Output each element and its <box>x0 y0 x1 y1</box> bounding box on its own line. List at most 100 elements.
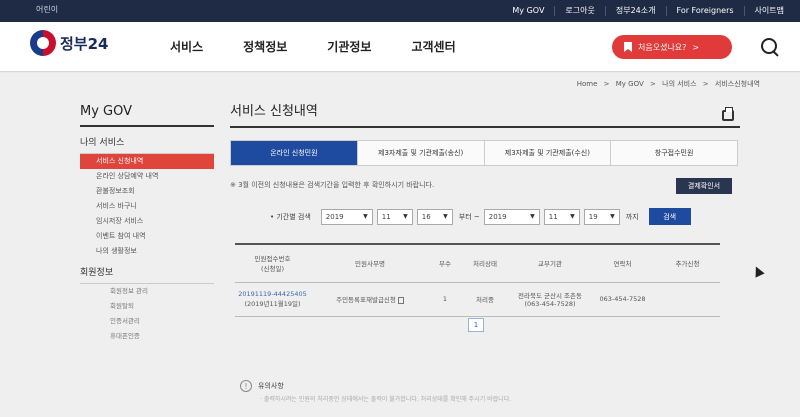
col-agency: 교부기관 <box>538 260 562 269</box>
from-month-select[interactable]: 11 ▼ <box>376 208 413 225</box>
search-button[interactable]: 검색 <box>648 208 691 225</box>
site-header: 정부24 서비스 정책정보 기관정보 고객센터 처음오셨나요? > <box>0 22 800 72</box>
main-content: 서비스 신청내역 온라인 신청민원 제3자제출 및 기관제출(송신) 제3자제출… <box>230 100 740 317</box>
sidebar-sub-withdraw[interactable]: 회원탈퇴 <box>80 299 214 314</box>
sidebar-sub-member-manage[interactable]: 회원정보 관리 <box>80 284 214 299</box>
left-sidebar: My GOV 나의 서비스 서비스 신청내역 온라인 상담예약 내역 환불정보조… <box>80 104 214 344</box>
sidebar-item-events[interactable]: 이벤트 참여 내역 <box>80 229 214 244</box>
agency-phone: (063-454-7528) <box>524 300 576 308</box>
nav-agency[interactable]: 기관정보 <box>327 38 371 55</box>
sidebar-item-temp-saved[interactable]: 임시저장 서비스 <box>80 214 214 229</box>
period-filter: • 기간별 검색 2019 ▼ 11 ▼ 16 ▼ 부터 ~ 2019 ▼ 11 ▼ 19… <box>270 208 691 225</box>
sidebar-item-life-info[interactable]: 나의 생활정보 <box>80 244 214 259</box>
col-status: 처리상태 <box>473 260 497 269</box>
cell-agency: 전라북도 군산시 조촌동 (063-454-7528) <box>510 282 590 317</box>
breadcrumb-current: 서비스신청내역 <box>714 80 760 88</box>
sidebar-section-member[interactable]: 회원정보 <box>80 265 214 284</box>
sidebar-section-my-service[interactable]: 나의 서비스 <box>80 135 214 154</box>
dropdown-arrow-icon: ▼ <box>443 213 448 220</box>
from-day-select[interactable]: 16 ▼ <box>416 208 453 225</box>
to-suffix: 까지 <box>625 212 639 221</box>
cell-receipt: 20191119-44425405 (2019년11월19일) <box>235 282 310 317</box>
cell-status: 처리중 <box>460 282 510 317</box>
first-visit-button[interactable]: 처음오셨나요? > <box>612 35 732 59</box>
nav-services[interactable]: 서비스 <box>170 38 203 55</box>
logout-link[interactable]: 로그아웃 <box>554 6 604 16</box>
sitemap-link[interactable]: 사이트맵 <box>743 6 794 16</box>
from-day-value: 16 <box>421 212 431 221</box>
table-header-row: 민원접수번호 (신청일) 민원사무명 부수 처리상태 교부기관 연락처 추가신청 <box>235 244 720 282</box>
bookmark-icon <box>624 42 632 52</box>
agency-name: 전라북도 군산시 조촌동 <box>518 292 582 300</box>
nav-customer[interactable]: 고객센터 <box>411 38 455 55</box>
to-year-select[interactable]: 2019 ▼ <box>483 208 540 225</box>
breadcrumb-sep: > <box>702 80 709 88</box>
page-1-button[interactable]: 1 <box>468 318 484 332</box>
col-extra: 추가신청 <box>675 260 700 269</box>
sidebar-item-application-history[interactable]: 서비스 신청내역 <box>80 154 214 169</box>
to-day-value: 19 <box>588 212 598 221</box>
breadcrumb-mygov[interactable]: My GOV <box>616 80 644 88</box>
receipt-date: (2019년11월19일) <box>244 300 301 308</box>
global-nav: 서비스 정책정보 기관정보 고객센터 <box>170 38 496 55</box>
to-day-select[interactable]: 19 ▼ <box>583 208 620 225</box>
kids-link[interactable]: 어린이 <box>36 4 58 15</box>
info-icon: ! <box>240 380 252 392</box>
sidebar-item-basket[interactable]: 서비스 바구니 <box>80 199 214 214</box>
logo-text: 정부24 <box>60 34 109 53</box>
guide-text: · 출력하시려는 민원의 처리중인 상태에서는 출력이 불가합니다. 처리상태를… <box>260 396 512 403</box>
gov24-logo[interactable]: 정부24 <box>30 30 108 56</box>
breadcrumb-sep: > <box>603 80 610 88</box>
dropdown-arrow-icon: ▼ <box>363 213 368 220</box>
breadcrumb-home[interactable]: Home <box>577 80 598 88</box>
col-service-name: 민원사무명 <box>355 260 385 269</box>
sidebar-item-refund[interactable]: 환불정보조회 <box>80 184 214 199</box>
utility-links: My GOV 로그아웃 정부24소개 For Foreigners 사이트맵 <box>502 0 794 22</box>
col-contact: 연락처 <box>613 260 632 269</box>
nav-policy[interactable]: 정책정보 <box>243 38 287 55</box>
about-link[interactable]: 정부24소개 <box>604 6 666 16</box>
mygov-link[interactable]: My GOV <box>502 6 554 16</box>
search-icon[interactable] <box>760 37 780 57</box>
search-notice: ※ 3월 이전의 신청내용은 검색기간을 입력한 후 확인하시기 바랍니다. <box>230 181 435 189</box>
from-year-value: 2019 <box>325 212 344 221</box>
tab-third-party-sent[interactable]: 제3자제출 및 기관제출(송신) <box>356 141 484 165</box>
service-name: 주민등록표재발급신청 <box>336 296 396 304</box>
table-row: 20191119-44425405 (2019년11월19일) 주민등록표재발급… <box>235 282 720 317</box>
application-table: 민원접수번호 (신청일) 민원사무명 부수 처리상태 교부기관 연락처 추가신청… <box>235 243 720 317</box>
top-utility-bar: 어린이 My GOV 로그아웃 정부24소개 For Foreigners 사이… <box>0 0 800 22</box>
chevron-right-icon: > <box>692 42 700 52</box>
page-title: 서비스 신청내역 <box>230 100 740 128</box>
foreigners-link[interactable]: For Foreigners <box>665 6 744 16</box>
sidebar-sub-certificate[interactable]: 인증서관리 <box>80 314 214 329</box>
tab-counter-application[interactable]: 창구접수민원 <box>610 141 737 165</box>
dropdown-arrow-icon: ▼ <box>530 213 535 220</box>
print-icon[interactable] <box>722 107 734 121</box>
first-visit-label: 처음오셨나요? <box>638 42 687 52</box>
document-icon[interactable] <box>397 296 404 304</box>
from-month-value: 11 <box>381 212 391 221</box>
from-suffix: 부터 ~ <box>458 212 480 221</box>
sidebar-sub-phone-auth[interactable]: 휴대폰인증 <box>80 329 214 344</box>
to-month-select[interactable]: 11 ▼ <box>543 208 580 225</box>
dropdown-arrow-icon: ▼ <box>403 213 408 220</box>
breadcrumb: Home > My GOV > 나의 서비스 > 서비스신청내역 <box>573 79 760 89</box>
payment-confirmation-button[interactable]: 결제확인서 <box>676 178 732 194</box>
receipt-number-link[interactable]: 20191119-44425405 <box>235 290 310 298</box>
cell-contact: 063-454-7528 <box>590 282 655 317</box>
cell-extra <box>655 282 720 317</box>
tab-online-application[interactable]: 온라인 신청민원 <box>231 141 357 165</box>
taegeuk-logo-icon <box>30 30 56 56</box>
sidebar-item-online-consult[interactable]: 온라인 상담예약 내역 <box>80 169 214 184</box>
col-receipt-no-label: 민원접수번호 (신청일) <box>254 255 291 274</box>
from-year-select[interactable]: 2019 ▼ <box>320 208 373 225</box>
breadcrumb-myservice[interactable]: 나의 서비스 <box>662 80 696 88</box>
guide-title: 유의사항 <box>258 382 284 390</box>
tab-bar: 온라인 신청민원 제3자제출 및 기관제출(송신) 제3자제출 및 기관제출(수… <box>230 140 738 166</box>
cell-copies: 1 <box>430 282 460 317</box>
tab-third-party-received[interactable]: 제3자제출 및 기관제출(수신) <box>483 141 611 165</box>
to-year-value: 2019 <box>488 212 507 221</box>
col-copies: 부수 <box>439 260 451 269</box>
col-receipt-no: 민원접수번호 (신청일) <box>235 244 310 282</box>
dropdown-arrow-icon: ▼ <box>570 213 575 220</box>
